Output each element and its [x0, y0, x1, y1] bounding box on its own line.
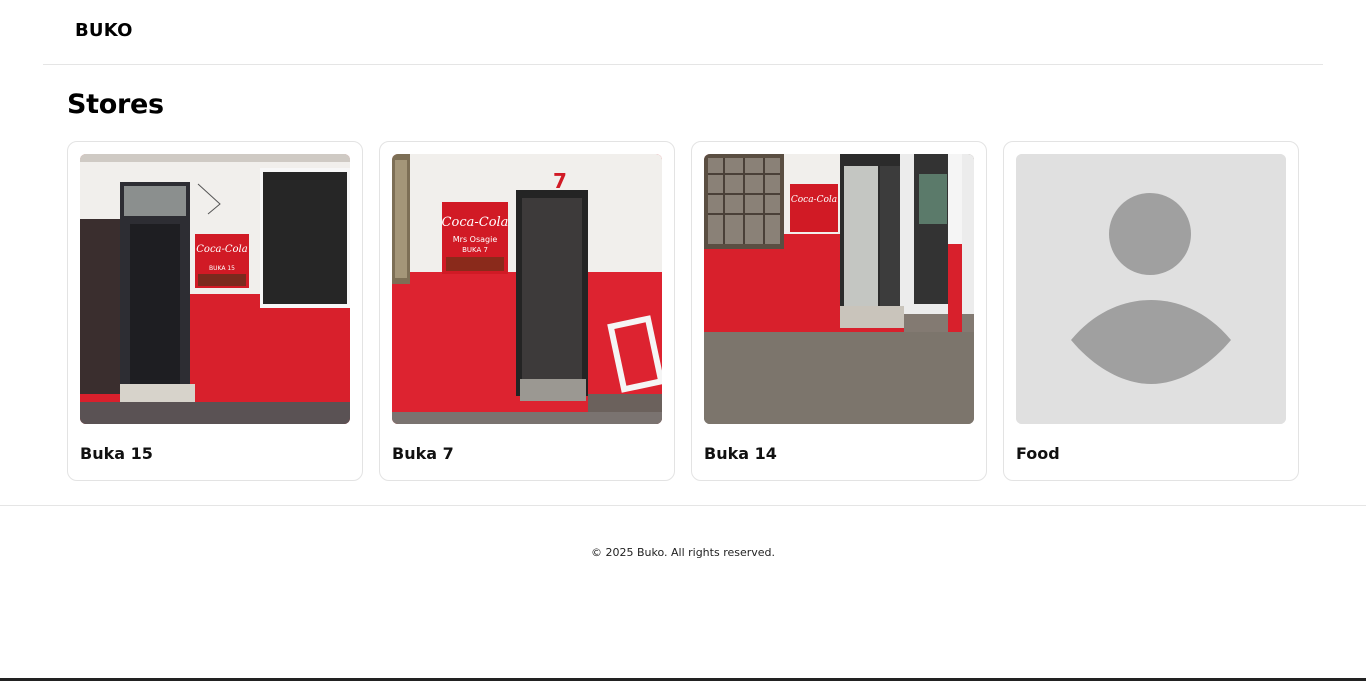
sign-subtext: BUKA 15 [209, 265, 235, 272]
placeholder-avatar-icon [1016, 154, 1286, 424]
door-number: 7 [553, 169, 567, 193]
store-image[interactable]: Coca-Cola [704, 154, 974, 424]
store-image[interactable] [1016, 154, 1286, 424]
site-header: BUKO [43, 0, 1323, 65]
footer-copyright: © 2025 Buko. All rights reserved. [590, 546, 776, 559]
store-name[interactable]: Buka 7 [392, 444, 454, 463]
brand-logo[interactable]: BUKO [75, 20, 133, 41]
page-title: Stores [67, 89, 164, 120]
sign-text: Coca-Cola [196, 244, 247, 255]
store-card-buka-7[interactable]: Coca-Cola Mrs Osagie BUKA 7 7 Buka 7 [379, 141, 675, 481]
footer-divider [0, 505, 1366, 506]
store-card-buka-15[interactable]: Coca-Cola BUKA 15 Buka 15 [67, 141, 363, 481]
sign-text: Coca-Cola [442, 215, 509, 230]
store-card-food[interactable]: Food [1003, 141, 1299, 481]
store-photo-buka-15: Coca-Cola BUKA 15 [80, 154, 350, 424]
store-card-buka-14[interactable]: Coca-Cola Buka 14 [691, 141, 987, 481]
store-name[interactable]: Buka 15 [80, 444, 153, 463]
sign-line1: Mrs Osagie [453, 235, 498, 244]
store-name[interactable]: Food [1016, 444, 1060, 463]
store-grid: Coca-Cola BUKA 15 Buka 15 Coca-Cola Mrs … [67, 141, 1299, 481]
store-photo-buka-7: Coca-Cola Mrs Osagie BUKA 7 7 [392, 154, 662, 424]
store-image[interactable]: Coca-Cola BUKA 15 [80, 154, 350, 424]
store-name[interactable]: Buka 14 [704, 444, 777, 463]
store-photo-buka-14: Coca-Cola [704, 154, 974, 424]
sign-text: Coca-Cola [791, 195, 837, 205]
sign-line2: BUKA 7 [462, 246, 488, 254]
store-image[interactable]: Coca-Cola Mrs Osagie BUKA 7 7 [392, 154, 662, 424]
